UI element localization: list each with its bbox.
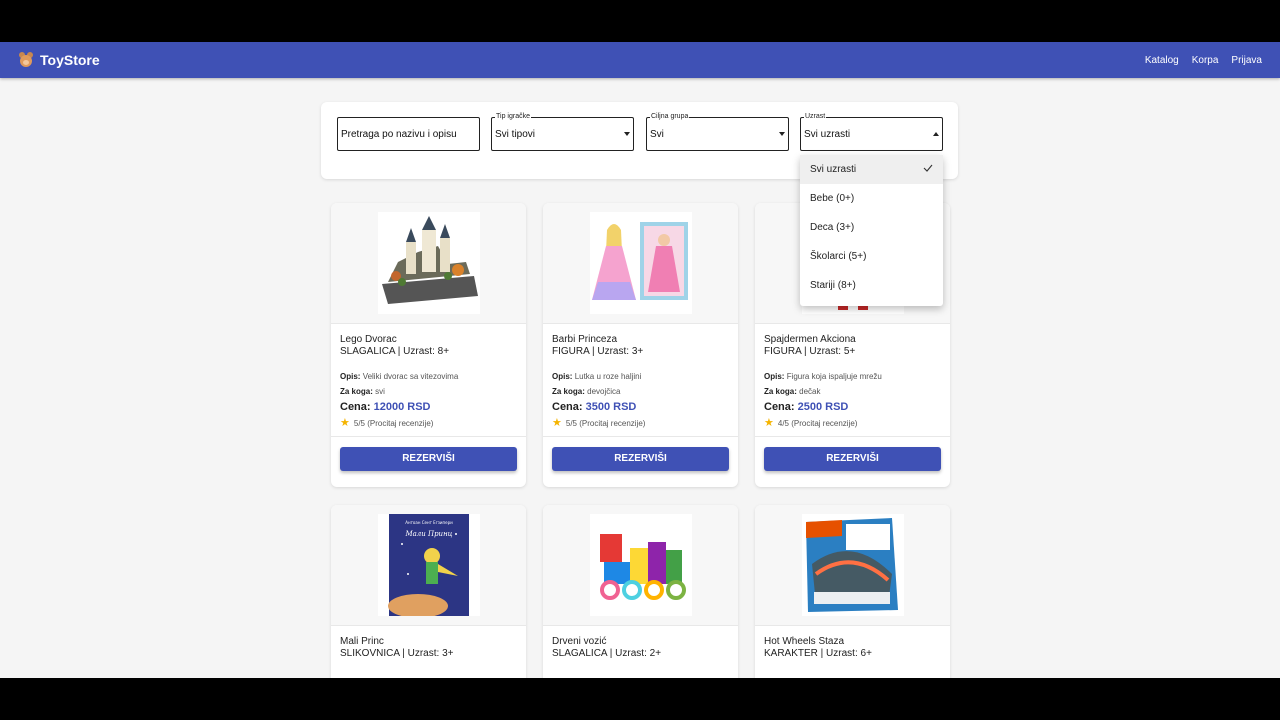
checkmark-icon xyxy=(923,164,933,172)
age-option-label: Svi uzrasti xyxy=(810,164,857,175)
product-description: Opis: Figura koja ispaljuje mrežu xyxy=(764,372,882,381)
nav-link-korpa[interactable]: Korpa xyxy=(1192,55,1219,66)
product-price: Cena: 2500 RSD xyxy=(764,401,849,413)
product-price: Cena: 12000 RSD xyxy=(340,401,431,413)
age-option-babies[interactable]: Bebe (0+) xyxy=(800,184,943,213)
reserve-button[interactable]: REZERVIŠI xyxy=(340,447,517,471)
letterbox-top xyxy=(0,0,1280,42)
product-rating[interactable]: ★ 5/5 (Procitaj recenzije) xyxy=(340,417,517,429)
nav-link-katalog[interactable]: Katalog xyxy=(1145,55,1179,66)
product-meta: SLAGALICA | Uzrast: 2+ xyxy=(552,648,662,659)
product-meta: SLAGALICA | Uzrast: 8+ xyxy=(340,346,450,357)
product-audience: Za koga: dečak xyxy=(764,387,821,396)
app-viewport: ToyStore Katalog Korpa Prijava Pretraga … xyxy=(0,42,1280,678)
product-meta: KARAKTER | Uzrast: 6+ xyxy=(764,648,872,659)
group-select[interactable]: Ciljna grupa Svi xyxy=(646,112,789,151)
wooden-train-image xyxy=(589,514,692,616)
age-option-schoolkids[interactable]: Školarci (5+) xyxy=(800,242,943,271)
product-meta: FIGURA | Uzrast: 5+ xyxy=(764,346,856,357)
product-rating[interactable]: ★ 5/5 (Procitaj recenzije) xyxy=(552,417,729,429)
reserve-button[interactable]: REZERVIŠI xyxy=(552,447,729,471)
product-price: Cena: 3500 RSD xyxy=(552,401,637,413)
product-rating[interactable]: ★ 4/5 (Procitaj recenzije) xyxy=(764,417,941,429)
divider xyxy=(755,436,950,437)
svg-text:Антоан Сент Егзипери: Антоан Сент Егзипери xyxy=(405,520,453,525)
star-icon: ★ xyxy=(764,417,774,429)
product-card: Drveni vozić SLAGALICA | Uzrast: 2+ xyxy=(543,505,738,678)
product-audience: Za koga: devojčica xyxy=(552,387,621,396)
age-option-kids[interactable]: Deca (3+) xyxy=(800,213,943,242)
nav-link-prijava[interactable]: Prijava xyxy=(1231,55,1262,66)
star-icon: ★ xyxy=(552,417,562,429)
svg-text:Мали Принц: Мали Принц xyxy=(404,530,452,538)
top-navbar: ToyStore Katalog Korpa Prijava xyxy=(0,42,1280,78)
dropdown-arrow-up-icon xyxy=(933,132,939,136)
dropdown-arrow-icon xyxy=(779,132,785,136)
age-select[interactable]: Uzrast Svi uzrasti xyxy=(800,112,943,151)
age-option-older[interactable]: Stariji (8+) xyxy=(800,271,943,300)
brand-name: ToyStore xyxy=(40,52,100,68)
search-placeholder: Pretraga po nazivu i opisu xyxy=(341,128,457,140)
brand[interactable]: ToyStore xyxy=(18,52,100,68)
lego-castle-image xyxy=(377,212,480,314)
product-image-area xyxy=(331,203,526,324)
star-icon: ★ xyxy=(340,417,350,429)
hot-wheels-track-image xyxy=(801,514,904,616)
barbie-doll-image xyxy=(589,212,692,314)
little-prince-book-image: Антоан Сент Егзипери Мали Принц xyxy=(377,514,480,616)
type-select-value: Svi tipovi xyxy=(495,128,536,140)
product-name: Lego Dvorac xyxy=(340,334,397,345)
product-card: Антоан Сент Егзипери Мали Принц Mali Pri… xyxy=(331,505,526,678)
product-name: Barbi Princeza xyxy=(552,334,618,345)
product-name: Mali Princ xyxy=(340,636,384,647)
divider xyxy=(543,436,738,437)
product-description: Opis: Veliki dvorac sa vitezovima xyxy=(340,372,459,381)
group-select-label: Ciljna grupa xyxy=(650,112,690,121)
dropdown-arrow-icon xyxy=(624,132,630,136)
product-card: Barbi Princeza FIGURA | Uzrast: 3+ Opis:… xyxy=(543,203,738,487)
age-select-value: Svi uzrasti xyxy=(804,128,851,140)
product-description: Opis: Lutka u roze haljini xyxy=(552,372,642,381)
age-select-label: Uzrast xyxy=(804,112,827,121)
letterbox-bottom xyxy=(0,678,1280,720)
divider xyxy=(331,436,526,437)
age-dropdown-menu: Svi uzrasti Bebe (0+) Deca (3+) Školarci… xyxy=(800,155,943,306)
product-image-area xyxy=(755,505,950,626)
product-name: Spajdermen Akciona xyxy=(764,334,856,345)
age-option-all[interactable]: Svi uzrasti xyxy=(800,155,943,184)
teddy-bear-icon xyxy=(18,52,34,68)
product-meta: SLIKOVNICA | Uzrast: 3+ xyxy=(340,648,454,659)
nav-links: Katalog Korpa Prijava xyxy=(1145,55,1262,66)
product-image-area: Антоан Сент Егзипери Мали Принц xyxy=(331,505,526,626)
search-input[interactable]: Pretraga po nazivu i opisu xyxy=(337,117,480,151)
type-select-label: Tip igračke xyxy=(495,112,531,121)
product-card: Hot Wheels Staza KARAKTER | Uzrast: 6+ xyxy=(755,505,950,678)
product-name: Drveni vozić xyxy=(552,636,607,647)
group-select-value: Svi xyxy=(650,128,664,140)
product-audience: Za koga: svi xyxy=(340,387,385,396)
reserve-button[interactable]: REZERVIŠI xyxy=(764,447,941,471)
product-meta: FIGURA | Uzrast: 3+ xyxy=(552,346,644,357)
product-name: Hot Wheels Staza xyxy=(764,636,845,647)
product-card: Lego Dvorac SLAGALICA | Uzrast: 8+ Opis:… xyxy=(331,203,526,487)
product-image-area xyxy=(543,505,738,626)
product-image-area xyxy=(543,203,738,324)
type-select[interactable]: Tip igračke Svi tipovi xyxy=(491,112,634,151)
